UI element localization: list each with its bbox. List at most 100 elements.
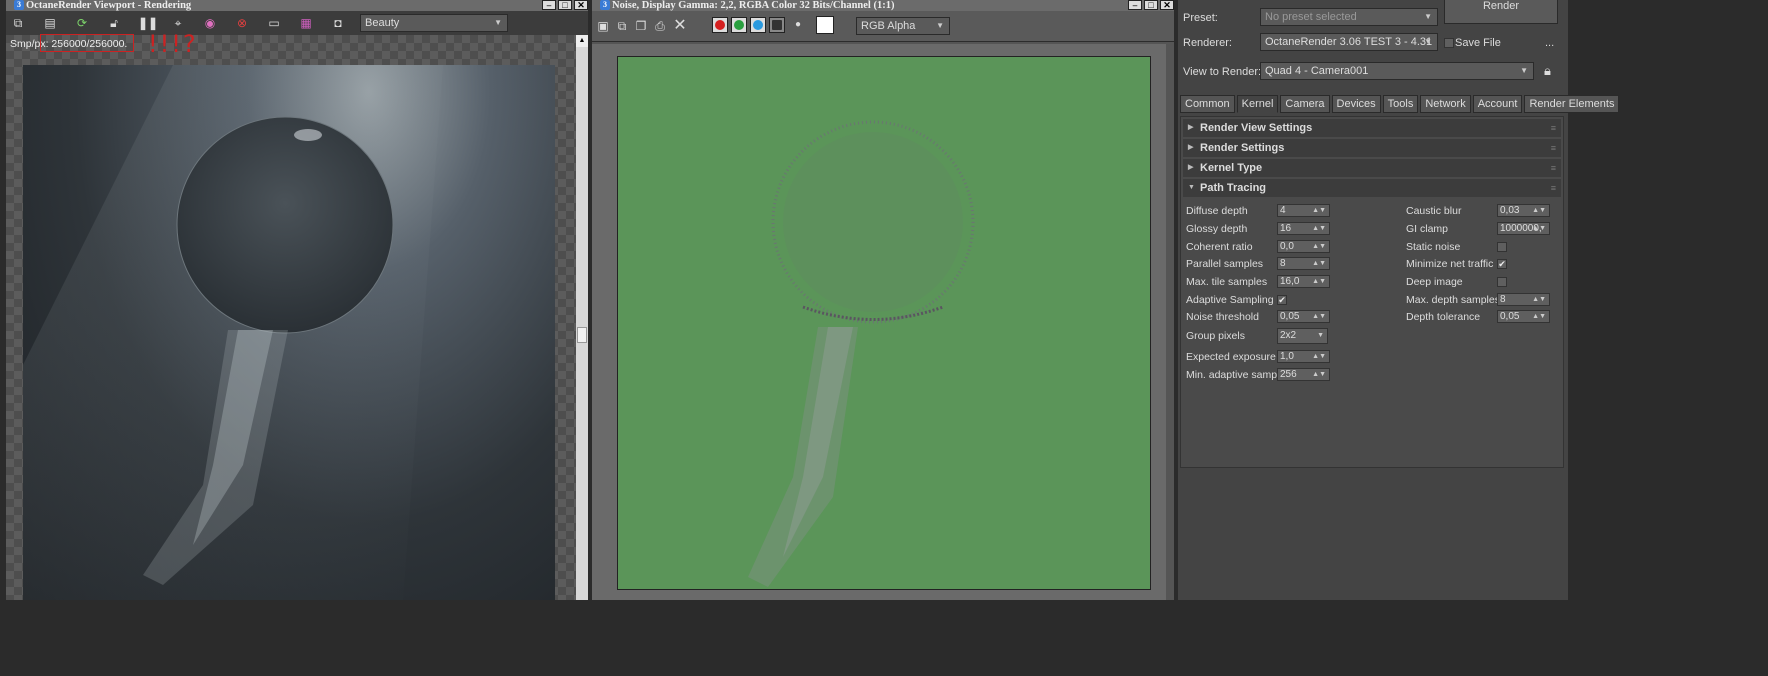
clone-icon[interactable]: ❐	[633, 18, 649, 34]
spinner-arrows-icon[interactable]: ▲▼	[1312, 369, 1326, 380]
save-icon[interactable]: ▣	[595, 18, 611, 34]
spinner-arrows-icon[interactable]: ▲▼	[1312, 241, 1326, 252]
pause-icon[interactable]: ❚❚	[138, 15, 158, 31]
noise-threshold-spinner[interactable]: 0,05 ▲▼	[1277, 310, 1330, 323]
rollout-kernel-type[interactable]: ▶ Kernel Type ≡	[1183, 159, 1561, 177]
tab-camera[interactable]: Camera	[1280, 95, 1330, 113]
viewport-scrollbar[interactable]: ▲	[576, 35, 588, 600]
param-label: Minimize net traffic	[1406, 258, 1494, 270]
max-depth-samples-spinner[interactable]: 8 ▲▼	[1497, 293, 1550, 306]
static-noise-checkbox[interactable]	[1497, 242, 1507, 252]
more-options-button[interactable]: ...	[1545, 37, 1554, 49]
grip-icon: ≡	[1550, 183, 1556, 193]
tab-devices[interactable]: Devices	[1331, 95, 1381, 113]
spinner-arrows-icon[interactable]: ▲▼	[1312, 223, 1326, 234]
color-picker-icon[interactable]: ◉	[202, 15, 218, 31]
param-label: Depth tolerance	[1406, 311, 1481, 323]
minimize-button[interactable]: –	[542, 0, 556, 10]
max-tile-samples-spinner[interactable]: 16,0 ▲▼	[1277, 275, 1330, 288]
spinner-arrows-icon[interactable]: ▲▼	[1532, 205, 1546, 216]
group-pixels-select[interactable]: 2x2 ▼	[1277, 328, 1328, 344]
depth-tolerance-spinner[interactable]: 0,05 ▲▼	[1497, 310, 1550, 323]
deep-image-checkbox[interactable]	[1497, 277, 1507, 287]
tab-render-elements[interactable]: Render Elements	[1524, 95, 1620, 113]
blue-channel-toggle[interactable]	[750, 17, 766, 33]
rollout-render-settings[interactable]: ▶ Render Settings ≡	[1183, 139, 1561, 157]
coherent-ratio-spinner[interactable]: 0,0 ▲▼	[1277, 240, 1330, 253]
background-swatch[interactable]	[816, 16, 834, 34]
maximize-button[interactable]: □	[1144, 0, 1158, 10]
refresh-icon[interactable]: ⟳	[74, 15, 90, 31]
copy-icon[interactable]: ⧉	[614, 18, 630, 34]
clear-icon[interactable]: ✕	[672, 18, 688, 34]
view-to-render-value: Quad 4 - Camera001	[1265, 65, 1369, 77]
chevron-down-icon: ▼	[1424, 12, 1432, 21]
spinner-arrows-icon[interactable]: ▲▼	[1312, 205, 1326, 216]
scroll-thumb[interactable]	[577, 327, 587, 343]
grip-icon: ≡	[1550, 163, 1556, 173]
channel-select[interactable]: RGB Alpha ▼	[856, 17, 950, 35]
lock-icon[interactable]: 🔓︎	[106, 15, 122, 31]
red-channel-toggle[interactable]	[712, 17, 728, 33]
caustic-blur-spinner[interactable]: 0,03 ▲▼	[1497, 204, 1550, 217]
render-button[interactable]: Render	[1444, 0, 1558, 24]
gi-clamp-spinner[interactable]: 1000000, ▲▼	[1497, 222, 1550, 235]
display-icon[interactable]: ▭	[266, 15, 282, 31]
param-label: Min. adaptive sample	[1186, 369, 1286, 381]
viewport-toolbar: ⧉ ▤ ⟳ 🔓︎ ❚❚ ⌖ ◉ ⊗ ▭ ▦ ◘ Beauty ▼	[6, 11, 588, 35]
mono-dot-icon[interactable]: ●	[790, 17, 806, 33]
renderer-label: Renderer:	[1183, 37, 1232, 49]
spinner-arrows-icon[interactable]: ▲▼	[1312, 311, 1326, 322]
framebuffer-area	[592, 44, 1166, 600]
send-scene-icon[interactable]: ⧉	[10, 15, 26, 31]
region-icon[interactable]: ⊗	[234, 15, 250, 31]
scroll-up-icon[interactable]: ▲	[576, 35, 588, 47]
noise-title: Noise, Display Gamma: 2,2, RGBA Color 32…	[612, 0, 895, 11]
glossy-depth-spinner[interactable]: 16 ▲▼	[1277, 222, 1330, 235]
viewport-canvas	[6, 35, 576, 600]
close-button[interactable]: ✕	[1160, 0, 1174, 10]
min-adaptive-samples-spinner[interactable]: 256 ▲▼	[1277, 368, 1330, 381]
spinner-arrows-icon[interactable]: ▲▼	[1312, 258, 1326, 269]
expected-exposure-spinner[interactable]: 1,0 ▲▼	[1277, 350, 1330, 363]
tab-common[interactable]: Common	[1180, 95, 1235, 113]
param-label: Noise threshold	[1186, 311, 1259, 323]
chevron-right-icon: ▶	[1188, 144, 1194, 151]
parallel-samples-spinner[interactable]: 8 ▲▼	[1277, 257, 1330, 270]
alpha-channel-toggle[interactable]	[769, 17, 785, 33]
camera-icon[interactable]: ◘	[330, 15, 346, 31]
film-icon[interactable]: ▦	[298, 15, 314, 31]
adaptive-sampling-checkbox[interactable]: ✔	[1277, 295, 1287, 305]
rollout-title: Render Settings	[1200, 142, 1285, 154]
spinner-arrows-icon[interactable]: ▲▼	[1532, 223, 1546, 234]
save-file-checkbox[interactable]	[1444, 38, 1454, 48]
tab-account[interactable]: Account	[1472, 95, 1523, 113]
spinner-arrows-icon[interactable]: ▲▼	[1532, 311, 1546, 322]
spinner-arrows-icon[interactable]: ▲▼	[1312, 351, 1326, 362]
annotation-text: !!!?	[148, 30, 198, 58]
preset-select[interactable]: No preset selected ▼	[1260, 8, 1438, 26]
diffuse-depth-spinner[interactable]: 4 ▲▼	[1277, 204, 1330, 217]
minimize-button[interactable]: –	[1128, 0, 1142, 10]
renderer-select[interactable]: OctaneRender 3.06 TEST 3 - 4.31 ▼	[1260, 33, 1438, 51]
kernel-rollouts: ▶ Render View Settings ≡ ▶ Render Settings ≡…	[1180, 116, 1564, 468]
close-button[interactable]: ✕	[574, 0, 588, 10]
copy-icon[interactable]: ▤	[42, 15, 58, 31]
maximize-button[interactable]: □	[558, 0, 572, 10]
minimize-net-traffic-checkbox[interactable]: ✔	[1497, 259, 1507, 269]
tab-network[interactable]: Network	[1420, 95, 1471, 113]
preset-select-value: No preset selected	[1265, 11, 1357, 23]
print-icon[interactable]: ⎙	[652, 18, 668, 34]
rollout-path-tracing[interactable]: ▼ Path Tracing ≡	[1183, 179, 1561, 197]
green-channel-toggle[interactable]	[731, 17, 747, 33]
tab-tools[interactable]: Tools	[1382, 95, 1419, 113]
rollout-title: Kernel Type	[1200, 162, 1263, 174]
spinner-arrows-icon[interactable]: ▲▼	[1532, 294, 1546, 305]
rollout-render-view-settings[interactable]: ▶ Render View Settings ≡	[1183, 119, 1561, 137]
af-icon[interactable]: ⌖	[170, 15, 186, 31]
buffer-select[interactable]: Beauty ▼	[360, 14, 508, 32]
tab-kernel[interactable]: Kernel	[1236, 95, 1279, 113]
view-to-render-select[interactable]: Quad 4 - Camera001 ▼	[1260, 62, 1534, 80]
spinner-arrows-icon[interactable]: ▲▼	[1312, 276, 1326, 287]
lock-icon[interactable]: 🔒︎	[1544, 63, 1551, 79]
